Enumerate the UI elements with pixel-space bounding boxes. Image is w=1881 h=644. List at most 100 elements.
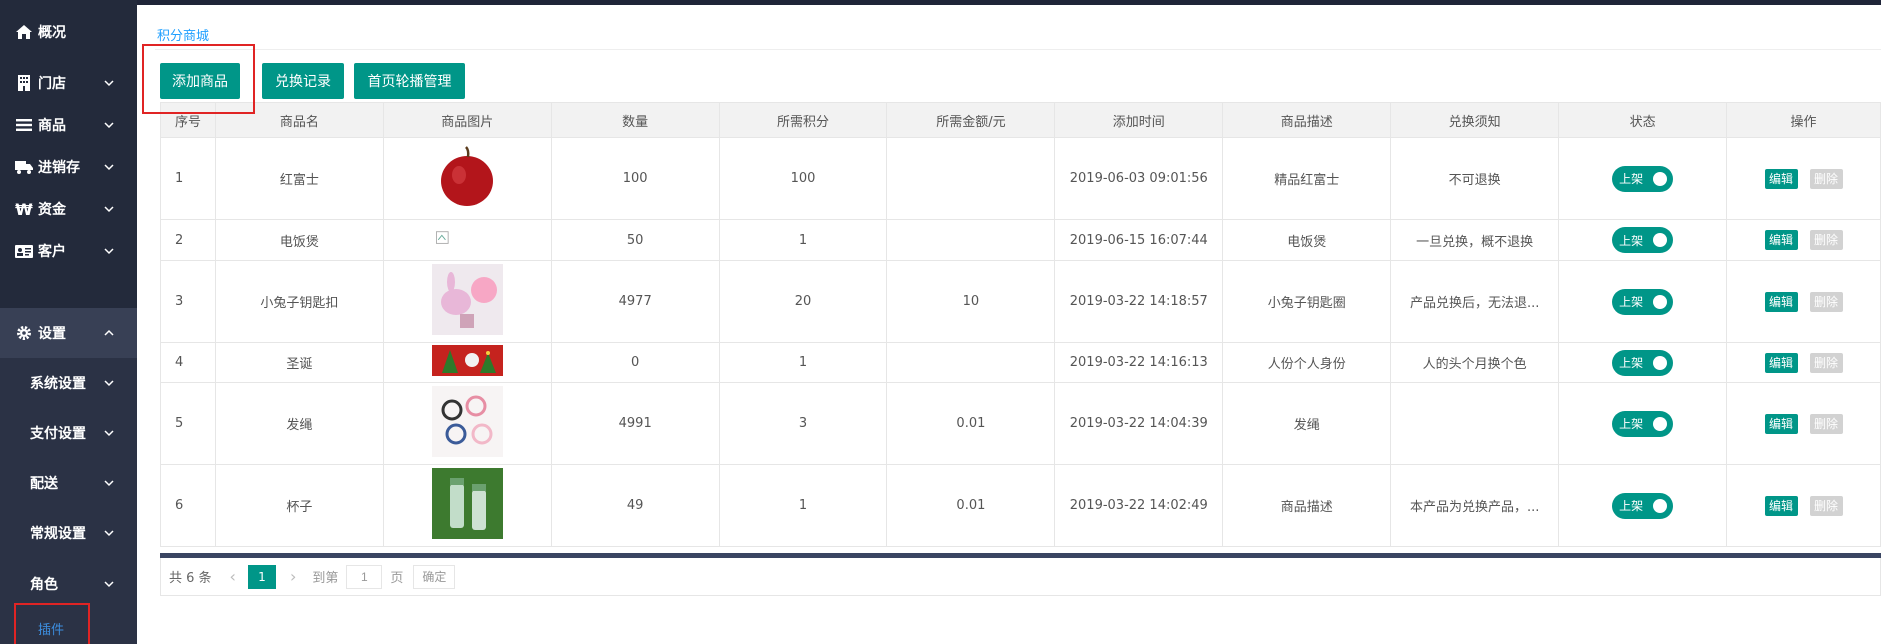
status-toggle[interactable]: 上架 bbox=[1612, 349, 1674, 376]
sidebar-subitem-label: 系统设置 bbox=[30, 376, 86, 392]
exchange-records-button[interactable]: 兑换记录 bbox=[262, 63, 344, 99]
sidebar-subitem-label: 常规设置 bbox=[30, 526, 86, 542]
column-header: 商品图片 bbox=[382, 102, 552, 138]
exchange-notice-cell: 一旦兑换，概不退换 bbox=[1390, 219, 1560, 261]
product-name-cell: 小兔子钥匙扣 bbox=[214, 260, 384, 343]
status-toggle[interactable]: 上架 bbox=[1612, 165, 1674, 192]
exchange-notice-cell: 不可退换 bbox=[1390, 137, 1560, 220]
delete-button[interactable]: 删除 bbox=[1809, 291, 1843, 312]
table-row: 3 小兔子钥匙扣 4977 20 10 2019-03-22 14:18:57 小兔子钥匙圈… bbox=[160, 260, 1881, 343]
confirm-button[interactable]: 确定 bbox=[413, 564, 456, 589]
edit-button[interactable]: 编辑 bbox=[1764, 413, 1798, 434]
status-cell: 上架 bbox=[1558, 342, 1728, 383]
sidebar-subitem-roles[interactable]: 角色 bbox=[0, 559, 137, 609]
edit-button[interactable]: 编辑 bbox=[1764, 230, 1798, 250]
product-name-cell: 圣诞 bbox=[214, 342, 384, 383]
added-time-cell: 2019-03-22 14:02:49 bbox=[1054, 464, 1224, 547]
sidebar-item-customers[interactable]: 客户 bbox=[0, 226, 137, 276]
page-input[interactable] bbox=[346, 564, 383, 589]
column-header: 商品描述 bbox=[1222, 102, 1392, 138]
product-thumbnail bbox=[431, 468, 503, 543]
amount-cell bbox=[886, 219, 1056, 261]
edit-button[interactable]: 编辑 bbox=[1764, 168, 1798, 189]
edit-button[interactable]: 编辑 bbox=[1764, 495, 1798, 516]
breadcrumb[interactable]: 积分商城 bbox=[157, 25, 209, 44]
next-page-icon[interactable]: › bbox=[290, 567, 296, 586]
amount-cell: 0.01 bbox=[886, 464, 1056, 547]
product-thumbnail bbox=[431, 345, 503, 380]
added-time-cell: 2019-03-22 14:16:13 bbox=[1054, 342, 1224, 383]
page-unit-label: 页 bbox=[390, 571, 404, 586]
delete-button[interactable]: 删除 bbox=[1809, 168, 1843, 189]
sidebar-subitem-system-settings[interactable]: 系统设置 bbox=[0, 358, 137, 408]
quantity-cell: 4977 bbox=[550, 260, 720, 343]
sidebar-subitem-general-settings[interactable]: 常规设置 bbox=[0, 508, 137, 558]
sidebar-item-label: 客户 bbox=[38, 244, 66, 260]
actions-cell: 编辑 删除 bbox=[1726, 219, 1881, 261]
edit-button[interactable]: 编辑 bbox=[1764, 291, 1798, 312]
table-header-row: 序号 商品名 商品图片 数量 所需积分 所需金额/元 添加时间 商品描述 兑换须… bbox=[160, 102, 1881, 138]
delete-button[interactable]: 删除 bbox=[1809, 352, 1843, 373]
product-image-cell bbox=[382, 219, 552, 261]
delete-button[interactable]: 删除 bbox=[1809, 230, 1843, 250]
current-page[interactable]: 1 bbox=[247, 564, 276, 589]
points-cell: 20 bbox=[718, 260, 888, 343]
building-icon bbox=[14, 73, 34, 93]
toggle-knob bbox=[1653, 498, 1668, 513]
amount-cell bbox=[886, 342, 1056, 383]
product-name-cell: 电饭煲 bbox=[214, 219, 384, 261]
product-thumbnail bbox=[432, 141, 503, 216]
prev-page-icon[interactable]: ‹ bbox=[230, 567, 236, 586]
sidebar-item-label: 进销存 bbox=[38, 160, 80, 176]
description-cell: 发绳 bbox=[1222, 382, 1392, 465]
table-row: 2 电饭煲 50 1 2019-06-15 16:07:44 电饭煲 一旦兑换，概不退换 上架… bbox=[160, 219, 1881, 261]
row-index-cell: 4 bbox=[160, 342, 216, 383]
sidebar-subitem-delivery[interactable]: 配送 bbox=[0, 458, 137, 508]
sidebar-item-settings[interactable]: 设置 bbox=[0, 308, 137, 358]
product-name-cell: 红富士 bbox=[214, 137, 384, 220]
added-time-cell: 2019-06-15 16:07:44 bbox=[1054, 219, 1224, 261]
product-name-cell: 杯子 bbox=[214, 464, 384, 547]
status-label: 上架 bbox=[1619, 295, 1644, 309]
status-toggle[interactable]: 上架 bbox=[1612, 410, 1674, 437]
status-toggle[interactable]: 上架 bbox=[1612, 227, 1674, 253]
exchange-notice-cell: 本产品为兑换产品，... bbox=[1390, 464, 1560, 547]
chevron-down-icon bbox=[104, 206, 114, 213]
status-toggle[interactable]: 上架 bbox=[1612, 492, 1674, 519]
status-label: 上架 bbox=[1619, 356, 1644, 370]
delete-button[interactable]: 删除 bbox=[1809, 495, 1843, 516]
exchange-notice-cell: 人的头个月换个色 bbox=[1390, 342, 1560, 383]
delete-button[interactable]: 删除 bbox=[1809, 413, 1843, 434]
goto-label: 到第 bbox=[312, 571, 339, 586]
added-time-cell: 2019-03-22 14:18:57 bbox=[1054, 260, 1224, 343]
chevron-down-icon bbox=[104, 530, 114, 537]
pagination: 共 6 条 ‹ 1 › 到第 页 确定 bbox=[160, 558, 1881, 596]
product-image-cell bbox=[382, 464, 552, 547]
product-name-cell: 发绳 bbox=[214, 382, 384, 465]
carousel-management-button[interactable]: 首页轮播管理 bbox=[354, 63, 465, 99]
sidebar-subitem-payment-settings[interactable]: 支付设置 bbox=[0, 408, 137, 458]
status-label: 上架 bbox=[1619, 499, 1644, 513]
table-row: 4 圣诞 0 1 2019-03-22 14:16:13 人份个人身份 人的头个月换个色 上架… bbox=[160, 342, 1881, 383]
column-header: 状态 bbox=[1558, 102, 1728, 138]
sidebar-item-overview[interactable]: 概况 bbox=[0, 7, 137, 57]
sidebar-subitem-plugins[interactable]: 插件 bbox=[38, 619, 64, 638]
status-toggle[interactable]: 上架 bbox=[1612, 288, 1674, 315]
table-row: 6 杯子 49 1 0.01 2019-03-22 14:02:49 商品描述 本产品为兑换产… bbox=[160, 464, 1881, 547]
sidebar-subitem-label: 角色 bbox=[30, 577, 58, 593]
product-thumbnail bbox=[432, 220, 503, 260]
status-label: 上架 bbox=[1619, 233, 1644, 248]
toggle-knob bbox=[1653, 416, 1668, 431]
quantity-cell: 100 bbox=[550, 137, 720, 220]
row-index-cell: 6 bbox=[160, 464, 216, 547]
product-thumbnail bbox=[431, 386, 503, 461]
toggle-knob bbox=[1653, 355, 1668, 370]
amount-cell: 10 bbox=[886, 260, 1056, 343]
description-cell: 小兔子钥匙圈 bbox=[1222, 260, 1392, 343]
edit-button[interactable]: 编辑 bbox=[1764, 352, 1798, 373]
added-time-cell: 2019-06-03 09:01:56 bbox=[1054, 137, 1224, 220]
row-index-cell: 2 bbox=[160, 219, 216, 261]
sidebar-subitem-label: 支付设置 bbox=[30, 426, 86, 442]
chevron-down-icon bbox=[104, 248, 114, 255]
divider bbox=[155, 49, 1881, 50]
